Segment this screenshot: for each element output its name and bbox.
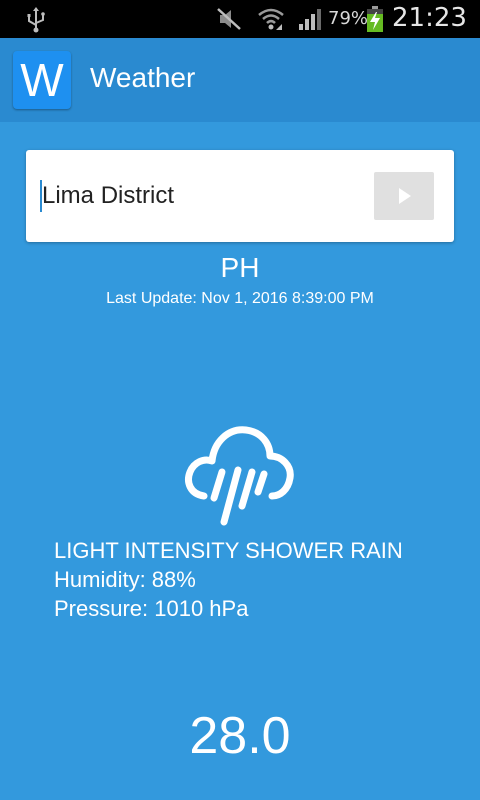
status-bar: 79% 21:23 [0,0,480,38]
weather-description: LIGHT INTENSITY SHOWER RAIN [54,538,403,563]
weather-details: LIGHT INTENSITY SHOWER RAIN Humidity: 88… [54,536,403,623]
signal-icon [299,9,321,30]
battery-charging-icon [367,6,383,32]
wifi-icon [258,8,284,30]
humidity-text: Humidity: 88% [54,567,196,592]
pressure-text: Pressure: 1010 hPa [54,596,249,621]
temperature-value: 28.0 [189,707,291,765]
country-code: PH [220,252,260,283]
search-go-button[interactable] [374,172,434,220]
play-icon [399,188,411,204]
city-search-card [26,150,454,242]
usb-icon [27,7,45,33]
action-bar: W Weather [0,38,480,122]
rain-cloud-icon [185,426,294,526]
city-search-input[interactable] [42,176,362,216]
battery-percent: 79% [328,8,369,29]
mute-icon [217,8,241,30]
clock: 21:23 [392,3,467,33]
last-update-text: Last Update: Nov 1, 2016 8:39:00 PM [106,290,374,307]
app-title: Weather [90,62,196,93]
app-logo-icon[interactable]: W [13,51,71,109]
